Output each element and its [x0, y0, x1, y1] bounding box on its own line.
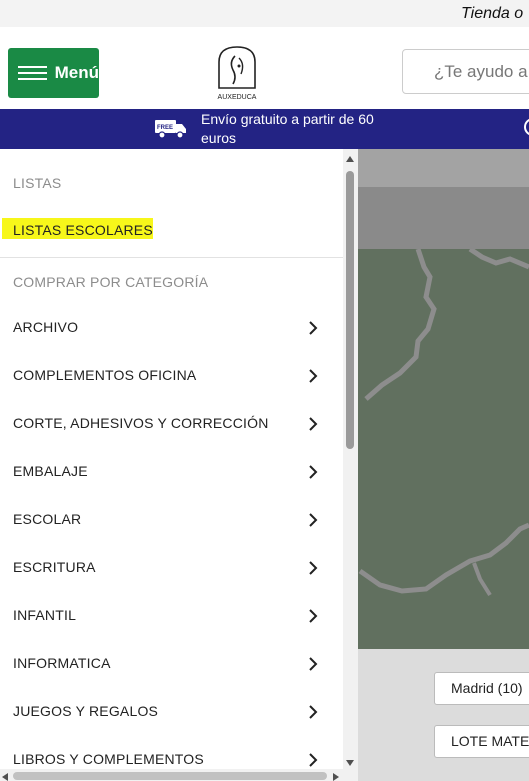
scrollbar-thumb[interactable]	[346, 171, 354, 449]
category-item-label: CORTE, ADHESIVOS Y CORRECCIÓN	[13, 415, 269, 431]
scroll-left-arrow[interactable]	[2, 773, 8, 781]
chevron-right-icon[interactable]	[307, 609, 319, 623]
navigation-drawer: LISTAS LISTAS ESCOLARES COMPRAR POR CATE…	[0, 149, 358, 781]
scroll-up-arrow[interactable]	[346, 156, 354, 162]
menu-button[interactable]: Menú	[8, 48, 99, 98]
truck-badge-text: FREE	[157, 125, 173, 131]
category-item[interactable]: CORTE, ADHESIVOS Y CORRECCIÓN	[0, 400, 343, 448]
category-item-label: ARCHIVO	[13, 319, 79, 335]
category-item-label: ESCRITURA	[13, 559, 96, 575]
scroll-right-arrow[interactable]	[333, 773, 339, 781]
chevron-right-icon[interactable]	[307, 417, 319, 431]
store-tagline: Tienda o	[461, 5, 524, 22]
site-header: Menú AUXEDUCA ¿Te ayudo a	[0, 27, 529, 109]
horizontal-scrollbar-thumb[interactable]	[13, 772, 327, 780]
category-item-label: JUEGOS Y REGALOS	[13, 703, 159, 719]
chevron-right-icon[interactable]	[307, 321, 319, 335]
category-item-label: INFORMATICA	[13, 655, 111, 671]
filter-chip-madrid[interactable]: Madrid (10)	[434, 672, 529, 705]
chevron-right-icon[interactable]	[307, 513, 319, 527]
category-item-label: EMBALAJE	[13, 463, 88, 479]
divider	[0, 257, 343, 258]
scroll-down-arrow[interactable]	[346, 760, 354, 766]
hamburger-icon	[18, 62, 47, 84]
category-item-label: ESCOLAR	[13, 511, 82, 527]
logo-text: AUXEDUCA	[218, 94, 257, 101]
site-logo[interactable]: AUXEDUCA	[213, 44, 261, 102]
search-input[interactable]: ¿Te ayudo a	[402, 49, 529, 94]
category-item-label: INFANTIL	[13, 607, 77, 623]
chevron-right-icon[interactable]	[307, 561, 319, 575]
chevron-right-icon[interactable]	[307, 657, 319, 671]
section-heading-categories: COMPRAR POR CATEGORÍA	[13, 274, 209, 290]
top-bar: Tienda o	[0, 0, 529, 27]
category-item[interactable]: ESCRITURA	[0, 544, 343, 592]
category-item[interactable]: INFANTIL	[0, 592, 343, 640]
section-heading-lists: LISTAS	[13, 175, 62, 191]
shipping-text: Envío gratuito a partir de 60 euros	[201, 111, 374, 146]
shipping-banner: FREE Envío gratuito a partir de 60 euros	[0, 109, 529, 149]
category-item-label: COMPLEMENTOS OFICINA	[13, 367, 197, 383]
menu-button-label: Menú	[54, 63, 99, 82]
whatsapp-icon[interactable]	[523, 117, 529, 137]
category-item[interactable]: EMBALAJE	[0, 448, 343, 496]
chevron-right-icon[interactable]	[307, 705, 319, 719]
chevron-right-icon[interactable]	[307, 753, 319, 767]
drawer-item-label: LISTAS ESCOLARES	[13, 222, 153, 238]
chevron-right-icon[interactable]	[307, 369, 319, 383]
category-item[interactable]: JUEGOS Y REGALOS	[0, 688, 343, 736]
category-item[interactable]: INFORMATICA	[0, 640, 343, 688]
category-item[interactable]: ESCOLAR	[0, 496, 343, 544]
category-item[interactable]: COMPLEMENTOS OFICINA	[0, 352, 343, 400]
category-item-label: LIBROS Y COMPLEMENTOS	[13, 751, 204, 767]
category-item[interactable]: ARCHIVO	[0, 304, 343, 352]
delivery-truck-icon: FREE	[155, 120, 186, 139]
drawer-item-school-lists[interactable]: LISTAS ESCOLARES	[0, 207, 343, 255]
product-chip-lote[interactable]: LOTE MATE	[434, 725, 529, 758]
chevron-right-icon[interactable]	[307, 465, 319, 479]
logo-mark: AUXEDUCA	[218, 46, 257, 101]
